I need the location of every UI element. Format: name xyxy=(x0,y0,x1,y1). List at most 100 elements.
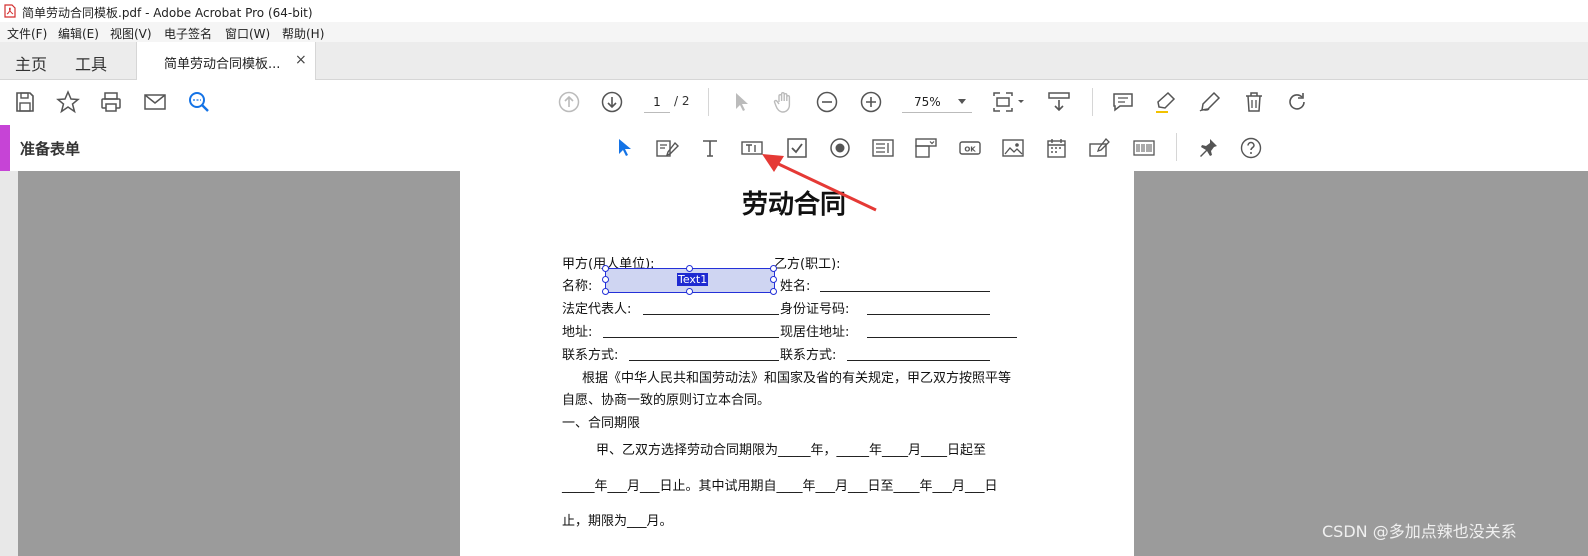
contact-b-label: 联系方式: xyxy=(780,348,837,363)
paragraph-line-1: 根据《中华人民共和国劳动法》和国家及省的有关规定，甲乙双方按照平等 xyxy=(582,371,1012,386)
underline xyxy=(847,360,990,361)
name-a-label: 名称: xyxy=(562,279,593,294)
dropdown-icon xyxy=(915,138,937,158)
image-field-tool[interactable] xyxy=(1002,137,1024,159)
print-button[interactable] xyxy=(99,90,123,114)
prepare-form-title: 准备表单 xyxy=(20,140,81,158)
svg-text:OK: OK xyxy=(964,146,976,154)
underline xyxy=(603,337,779,338)
resize-handle[interactable] xyxy=(602,288,609,295)
next-page-button[interactable] xyxy=(600,90,624,114)
add-text-tool[interactable] xyxy=(699,137,721,159)
annotation-arrow xyxy=(762,154,877,212)
search-button[interactable] xyxy=(187,90,211,114)
menu-window[interactable]: 窗口(W) xyxy=(225,25,270,42)
pin-icon xyxy=(1200,139,1217,157)
button-tool[interactable]: OK xyxy=(959,137,981,159)
save-button[interactable] xyxy=(13,90,37,114)
bookmark-star-button[interactable] xyxy=(56,90,80,114)
arrow-up-circle-icon xyxy=(558,91,580,113)
tab-document[interactable]: 简单劳动合同模板... × xyxy=(136,42,316,80)
delete-button[interactable] xyxy=(1242,90,1266,114)
menu-view[interactable]: 视图(V) xyxy=(110,25,152,42)
term-line-2: _____年___月___日止。其中试用期自____年___月___日至____… xyxy=(562,479,998,494)
menu-edit[interactable]: 编辑(E) xyxy=(58,25,99,42)
resize-handle[interactable] xyxy=(770,265,777,272)
help-button[interactable] xyxy=(1240,137,1262,159)
id-number-label: 身份证号码: xyxy=(780,302,850,317)
resize-handle[interactable] xyxy=(602,276,609,283)
party-b-label: 乙方(职工): xyxy=(774,257,841,272)
contact-a-label: 联系方式: xyxy=(562,348,619,363)
fit-page-icon xyxy=(993,92,1024,112)
previous-page-button[interactable] xyxy=(557,90,581,114)
zoom-select[interactable]: 75% xyxy=(902,92,972,113)
menu-esign[interactable]: 电子签名 xyxy=(164,25,212,42)
tab-bar: 主页 工具 简单劳动合同模板... × xyxy=(0,42,1588,80)
email-button[interactable] xyxy=(143,90,167,114)
underline xyxy=(867,314,990,315)
divider xyxy=(1176,133,1177,161)
cursor-arrow-icon xyxy=(736,93,748,111)
auto-detect-fields-tool[interactable] xyxy=(655,137,681,159)
select-tool-button[interactable] xyxy=(729,90,753,114)
resize-handle[interactable] xyxy=(686,265,693,272)
menu-file[interactable]: 文件(F) xyxy=(7,25,47,42)
zoom-in-button[interactable] xyxy=(859,90,883,114)
hand-tool-button[interactable] xyxy=(772,90,796,114)
left-panel-strip[interactable] xyxy=(0,171,18,556)
trash-icon xyxy=(1246,92,1262,112)
zoom-out-button[interactable] xyxy=(815,90,839,114)
page-total: / 2 xyxy=(674,94,690,108)
cursor-arrow-icon xyxy=(619,139,631,156)
form-select-tool[interactable] xyxy=(613,137,635,159)
window-title: 简单劳动合同模板.pdf - Adobe Acrobat Pro (64-bit… xyxy=(22,6,313,20)
resize-handle[interactable] xyxy=(686,288,693,295)
main-toolbar: 1 / 2 75% xyxy=(0,80,1588,126)
term-line-1: 甲、乙双方选择劳动合同期限为_____年，_____年____月____日起至 xyxy=(596,443,987,458)
page-display-button[interactable] xyxy=(991,90,1027,114)
envelope-icon xyxy=(144,94,166,110)
menu-bar: 文件(F) 编辑(E) 视图(V) 电子签名 窗口(W) 帮助(H) xyxy=(0,22,1588,42)
field-name-label: Text1 xyxy=(677,273,709,286)
tab-home[interactable]: 主页 xyxy=(15,51,47,75)
resize-handle[interactable] xyxy=(602,265,609,272)
form-edit-icon xyxy=(656,140,679,157)
digital-signature-tool[interactable] xyxy=(1089,137,1111,159)
signature-icon xyxy=(1089,138,1110,157)
underline xyxy=(820,291,990,292)
close-tab-button[interactable]: × xyxy=(295,52,307,68)
tab-tools[interactable]: 工具 xyxy=(75,51,107,75)
pin-toolbar-button[interactable] xyxy=(1197,137,1219,159)
calendar-icon xyxy=(1047,139,1066,158)
dropdown-tool[interactable] xyxy=(915,137,937,159)
page-number-input[interactable]: 1 xyxy=(644,92,670,113)
paragraph-line-2: 自愿、协商一致的原则订立本合同。 xyxy=(562,393,771,408)
scroll-mode-button[interactable] xyxy=(1047,90,1071,114)
minus-circle-icon xyxy=(816,91,838,113)
divider xyxy=(708,88,709,116)
comment-button[interactable] xyxy=(1111,90,1135,114)
address-label: 地址: xyxy=(562,325,593,340)
plus-circle-icon xyxy=(860,91,882,113)
text-t-icon xyxy=(703,140,717,157)
highlight-button[interactable] xyxy=(1154,90,1178,114)
underline xyxy=(867,337,1017,338)
underline xyxy=(643,314,779,315)
comment-icon xyxy=(1113,93,1133,112)
date-field-tool[interactable] xyxy=(1046,137,1068,159)
menu-help[interactable]: 帮助(H) xyxy=(282,25,324,42)
sign-button[interactable] xyxy=(1198,90,1222,114)
resize-handle[interactable] xyxy=(770,288,777,295)
tab-document-label: 简单劳动合同模板... xyxy=(164,57,281,72)
barcode-tool[interactable] xyxy=(1133,137,1155,159)
printer-icon xyxy=(101,92,121,112)
tool-accent-bar xyxy=(0,125,10,171)
rotate-button[interactable] xyxy=(1285,90,1309,114)
resize-handle[interactable] xyxy=(770,276,777,283)
underline xyxy=(629,360,779,361)
acrobat-pdf-icon xyxy=(4,4,16,18)
pdf-page[interactable]: 劳动合同 甲方(用人单位): 乙方(职工): 名称: 姓名: 法定代表人: 身份… xyxy=(460,171,1134,556)
watermark: CSDN @多加点辣也没关系 xyxy=(1322,522,1517,541)
scroll-page-icon xyxy=(1048,92,1070,112)
